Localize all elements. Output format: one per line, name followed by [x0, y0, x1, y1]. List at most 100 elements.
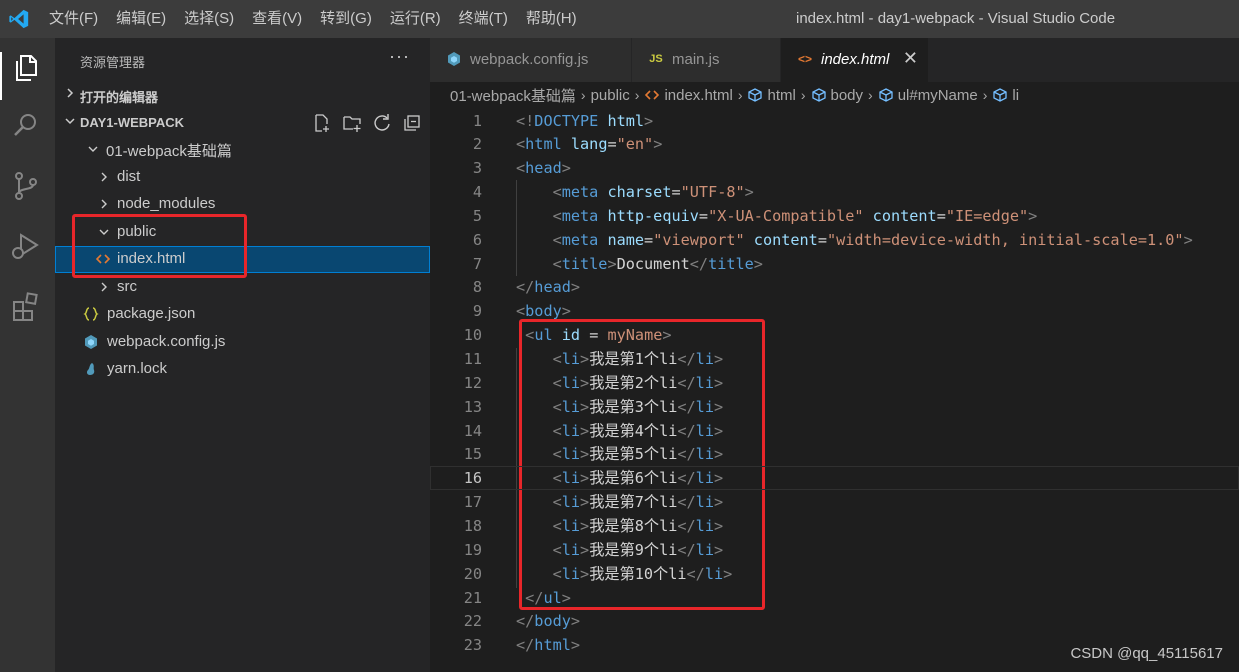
breadcrumb-item[interactable]: index.html	[664, 87, 732, 104]
breadcrumb-item[interactable]: public	[591, 87, 630, 104]
code-text: </ul>	[525, 588, 571, 607]
tree-item-label: webpack.config.js	[107, 332, 226, 350]
breadcrumb-separator-icon: ›	[800, 87, 806, 103]
webpack-file-icon	[85, 334, 97, 349]
code-line: 20 <li>我是第10个li</li>	[430, 562, 1239, 586]
js-icon: JS	[649, 53, 663, 65]
menu-item[interactable]: 运行(R)	[381, 0, 450, 38]
tab-webpack-config-js[interactable]: webpack.config.js	[430, 38, 632, 82]
search-icon[interactable]	[8, 108, 44, 144]
code-text: <li>我是第6个li</li>	[552, 469, 724, 488]
symbol-element-icon	[811, 88, 826, 102]
code-text: <meta name="viewport" content="width=dev…	[552, 230, 1193, 249]
open-editors-section[interactable]: 打开的编辑器	[55, 82, 430, 108]
line-number: 7	[472, 254, 482, 273]
symbol-element-icon	[748, 88, 763, 102]
line-number: 12	[463, 373, 482, 392]
close-icon[interactable]: ✕	[903, 48, 918, 69]
line-number: 8	[472, 278, 482, 297]
line-number: 17	[463, 493, 482, 512]
activity-bar	[0, 38, 55, 672]
chevron-right-icon	[101, 282, 107, 291]
line-number: 16	[463, 469, 482, 488]
json-file-icon	[83, 307, 99, 321]
menu-item[interactable]: 终端(T)	[450, 0, 517, 38]
more-actions-icon[interactable]: ···	[389, 46, 410, 67]
window-title: index.html - day1-webpack - Visual Studi…	[796, 10, 1116, 27]
tab-index-html[interactable]: <> index.html ✕	[781, 38, 929, 82]
line-number: 1	[472, 111, 482, 130]
breadcrumb-item[interactable]: html	[767, 87, 795, 104]
tree-item-01-webpack[interactable]: 01-webpack基础篇	[55, 136, 430, 163]
line-number: 22	[463, 612, 482, 631]
code-line: 17 <li>我是第7个li</li>	[430, 490, 1239, 514]
breadcrumb-item[interactable]: li	[1012, 87, 1019, 104]
title-bar: 文件(F) 编辑(E) 选择(S) 查看(V) 转到(G) 运行(R) 终端(T) 帮助(H)…	[0, 0, 1239, 38]
breadcrumb-separator-icon: ›	[982, 87, 988, 103]
chevron-right-icon	[101, 172, 107, 181]
code-line: 12 <li>我是第2个li</li>	[430, 371, 1239, 395]
extensions-icon[interactable]	[8, 288, 44, 324]
code-text: </body>	[516, 612, 581, 631]
menu-bar: 文件(F) 编辑(E) 选择(S) 查看(V) 转到(G) 运行(R) 终端(T) 帮助(H)	[40, 0, 586, 38]
collapse-all-icon[interactable]	[402, 113, 422, 133]
breadcrumb-separator-icon: ›	[580, 87, 586, 103]
breadcrumb-separator-icon: ›	[634, 87, 640, 103]
code-line: 14 <li>我是第4个li</li>	[430, 419, 1239, 443]
code-text: <li>我是第3个li</li>	[552, 397, 724, 416]
vscode-logo-icon	[9, 9, 29, 29]
chevron-down-icon	[65, 118, 75, 125]
chevron-down-icon	[88, 146, 98, 152]
code-line: 18 <li>我是第8个li</li>	[430, 514, 1239, 538]
code-text: <li>我是第10个li</li>	[552, 564, 733, 583]
new-folder-icon[interactable]	[342, 113, 362, 133]
refresh-icon[interactable]	[372, 113, 392, 133]
tree-item-label: src	[117, 277, 137, 295]
open-editors-label: 打开的编辑器	[80, 90, 159, 105]
code-text: <li>我是第5个li</li>	[552, 445, 724, 464]
breadcrumb: 01-webpack基础篇 › public › index.html › html › bod…	[430, 82, 1239, 108]
breadcrumb-item[interactable]: body	[831, 87, 864, 104]
symbol-element-icon	[879, 88, 893, 102]
menu-item[interactable]: 帮助(H)	[517, 0, 586, 38]
tree-item-dist[interactable]: dist	[55, 164, 430, 191]
html-icon: <>	[797, 52, 812, 66]
symbol-element-icon	[993, 88, 1008, 102]
tree-item-package-json[interactable]: package.json	[55, 301, 430, 328]
yarn-file-icon	[86, 363, 95, 375]
line-number: 10	[463, 326, 482, 345]
line-number: 20	[463, 564, 482, 583]
breadcrumb-separator-icon: ›	[868, 87, 873, 103]
line-number: 13	[463, 397, 482, 416]
menu-item[interactable]: 转到(G)	[311, 0, 381, 38]
code-line: 8 </head>	[430, 275, 1239, 299]
menu-item[interactable]: 查看(V)	[243, 0, 311, 38]
line-number: 5	[472, 206, 482, 225]
tree-item-webpack-config-js[interactable]: webpack.config.js	[55, 329, 430, 356]
watermark: CSDN @qq_45115617	[1070, 645, 1223, 662]
code-line: 11 <li>我是第1个li</li>	[430, 347, 1239, 371]
code-line: 1 <!DOCTYPE html>	[430, 109, 1239, 133]
menu-item[interactable]: 文件(F)	[40, 0, 107, 38]
line-number: 6	[472, 230, 482, 249]
tree-item-yarn-lock[interactable]: yarn.lock	[55, 356, 430, 383]
tab-main-js[interactable]: JS main.js	[632, 38, 781, 82]
source-control-icon[interactable]	[8, 168, 44, 204]
code-text: <meta http-equiv="X-UA-Compatible" conte…	[552, 206, 1038, 225]
new-file-icon[interactable]	[312, 113, 332, 133]
line-number: 14	[463, 421, 482, 440]
breadcrumb-item[interactable]: 01-webpack基础篇	[450, 85, 576, 106]
code-line: 15 <li>我是第5个li</li>	[430, 442, 1239, 466]
code-editor[interactable]: 1 <!DOCTYPE html> 2 <html lang="en"> 3 <head>…	[430, 108, 1239, 672]
workspace-section[interactable]: DAY1-WEBPACK	[55, 110, 430, 136]
run-debug-icon[interactable]	[8, 228, 44, 264]
menu-item[interactable]: 编辑(E)	[107, 0, 175, 38]
code-text: <li>我是第2个li</li>	[552, 373, 724, 392]
explorer-icon[interactable]	[8, 50, 44, 86]
line-number: 4	[472, 183, 482, 202]
menu-item[interactable]: 选择(S)	[175, 0, 243, 38]
code-text: <li>我是第9个li</li>	[552, 540, 724, 559]
breadcrumb-item[interactable]: ul#myName	[898, 87, 978, 104]
code-text: <li>我是第4个li</li>	[552, 421, 724, 440]
code-line: 10 <ul id = myName>	[430, 323, 1239, 347]
